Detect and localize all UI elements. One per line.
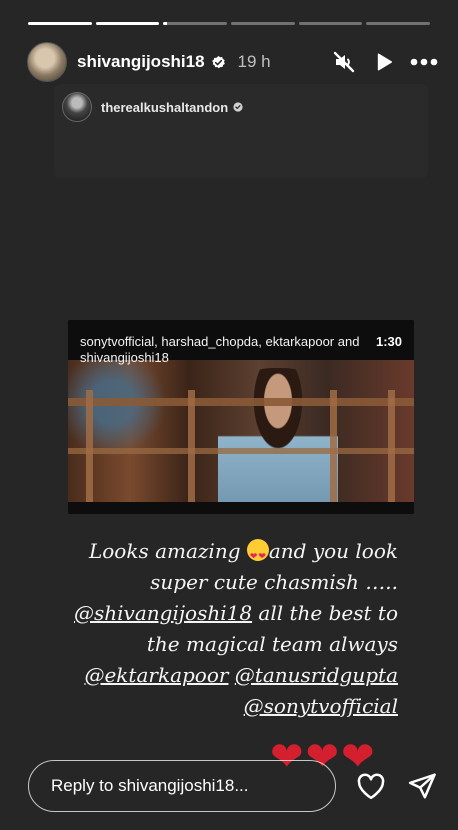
send-button[interactable]: [405, 769, 438, 803]
caption-line: @shivangijoshi18 all the best to: [40, 598, 398, 629]
play-icon: [377, 53, 393, 71]
progress-segment: [28, 22, 92, 25]
reply-bar: [28, 760, 438, 812]
mute-button[interactable]: [330, 48, 358, 76]
caption-line: Looks amazing and you look: [40, 536, 398, 573]
story-username[interactable]: shivangijoshi18: [77, 52, 205, 72]
caption-line: super cute chasmish …..: [150, 570, 398, 594]
repost-avatar[interactable]: [62, 92, 92, 122]
progress-segment: [366, 22, 431, 25]
story-caption: Looks amazing and you look super cute ch…: [40, 536, 398, 722]
video-frame: [68, 360, 414, 514]
progress-segment-current: [163, 22, 228, 25]
progress-segment: [231, 22, 295, 25]
mention-link[interactable]: @ektarkapoor: [84, 663, 228, 687]
reply-input[interactable]: [28, 760, 337, 812]
video-preview[interactable]: sonytvofficial, harshad_chopda, ektarkap…: [68, 320, 414, 514]
caption-text: and you look: [268, 539, 398, 563]
mention-link[interactable]: @shivangijoshi18: [74, 601, 252, 625]
post-time: 19 h: [237, 52, 271, 71]
story-progress-bar: [28, 22, 431, 25]
caption-text: Looks amazing: [88, 539, 247, 563]
more-options-button[interactable]: [410, 48, 438, 76]
reposted-story-card[interactable]: therealkushaltandon: [54, 84, 428, 178]
mention-link[interactable]: @tanusridgupta: [235, 663, 398, 687]
repost-header: therealkushaltandon: [62, 92, 243, 122]
repost-username[interactable]: therealkushaltandon: [101, 100, 228, 115]
caption-text: all the best to: [252, 601, 398, 625]
heart-eyes-emoji-icon: [246, 539, 269, 573]
progress-segment: [95, 22, 160, 25]
send-icon: [408, 773, 436, 799]
muted-speaker-icon: [333, 51, 355, 73]
caption-line: @sonytvofficial: [40, 691, 398, 722]
like-button[interactable]: [354, 769, 387, 803]
video-duration: 1:30: [375, 334, 402, 349]
verified-badge-icon: [233, 102, 243, 112]
progress-segment: [298, 22, 363, 25]
more-icon: [410, 58, 438, 66]
video-tagged-accounts: sonytvofficial, harshad_chopda, ektarkap…: [80, 334, 360, 365]
play-button[interactable]: [370, 48, 398, 76]
mention-link[interactable]: @sonytvofficial: [244, 694, 398, 718]
verified-badge-icon: [211, 55, 225, 68]
caption-line: the magical team always: [146, 632, 398, 656]
caption-line: @ektarkapoor @tanusridgupta: [40, 660, 398, 691]
story-header: shivangijoshi18 19 h: [27, 42, 438, 82]
video-bottom-band: [68, 502, 414, 514]
avatar[interactable]: [27, 42, 67, 82]
heart-outline-icon: [357, 773, 385, 800]
